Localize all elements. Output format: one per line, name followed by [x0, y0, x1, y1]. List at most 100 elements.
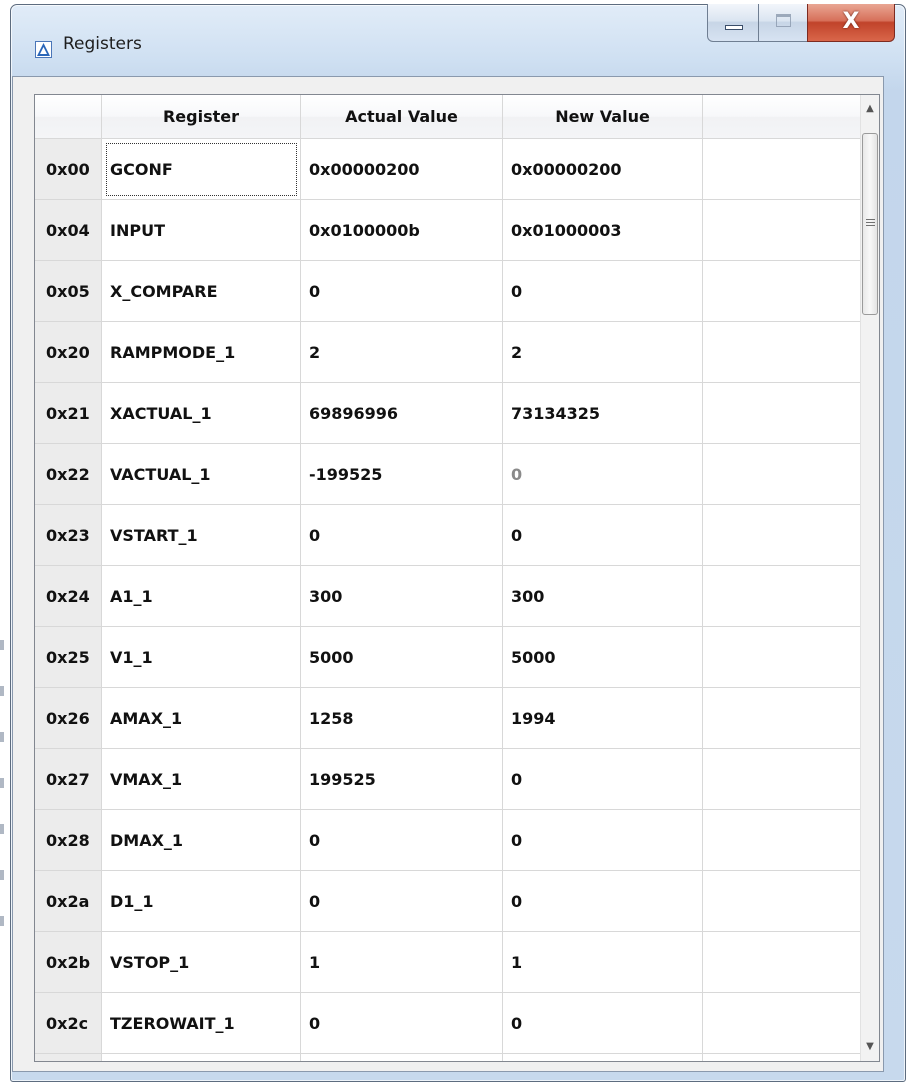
- table-row[interactable]: 0x21 XACTUAL_1 69896996 73134325: [35, 383, 860, 444]
- row-header-address[interactable]: 0x00: [35, 139, 102, 200]
- close-button[interactable]: X: [807, 4, 895, 42]
- row-header-address[interactable]: 0x21: [35, 383, 102, 444]
- new-value-cell[interactable]: 0: [503, 749, 703, 810]
- register-name-cell[interactable]: XACTUAL_1: [102, 383, 301, 444]
- new-value-cell[interactable]: 0x00000200: [503, 139, 703, 200]
- new-value-cell[interactable]: 5000: [503, 627, 703, 688]
- new-value-cell[interactable]: 0: [503, 871, 703, 932]
- register-name-cell[interactable]: DMAX_1: [102, 810, 301, 871]
- left-edge-marks: [0, 640, 4, 960]
- row-filler: [703, 932, 860, 993]
- register-name-cell[interactable]: GCONF: [102, 139, 301, 200]
- scroll-up-arrow-icon[interactable]: ▲: [861, 99, 879, 119]
- table-row[interactable]: 0x2b VSTOP_1 1 1: [35, 932, 860, 993]
- header-register[interactable]: Register: [102, 95, 301, 139]
- actual-value-cell[interactable]: 0: [301, 261, 503, 322]
- header-corner[interactable]: [35, 95, 102, 139]
- actual-value-cell[interactable]: 0x00000200: [301, 139, 503, 200]
- actual-value-cell[interactable]: 2: [301, 322, 503, 383]
- register-name-cell[interactable]: VACTUAL_1: [102, 444, 301, 505]
- actual-value-cell[interactable]: -199525: [301, 444, 503, 505]
- actual-value-cell[interactable]: 0: [301, 993, 503, 1054]
- table-row[interactable]: 0x00 GCONF 0x00000200 0x00000200: [35, 139, 860, 200]
- new-value-cell[interactable]: 1: [503, 932, 703, 993]
- table-row[interactable]: 0x26 AMAX_1 1258 1994: [35, 688, 860, 749]
- register-name-cell[interactable]: A1_1: [102, 566, 301, 627]
- scroll-down-arrow-icon[interactable]: ▼: [861, 1037, 879, 1057]
- table-row[interactable]: 0x22 VACTUAL_1 -199525 0: [35, 444, 860, 505]
- actual-value-cell[interactable]: [301, 1054, 503, 1061]
- row-filler: [703, 444, 860, 505]
- table-row[interactable]: 0x2c TZEROWAIT_1 0 0: [35, 993, 860, 1054]
- actual-value-cell[interactable]: 1: [301, 932, 503, 993]
- table-row[interactable]: 0x20 RAMPMODE_1 2 2: [35, 322, 860, 383]
- table-row[interactable]: 0x27 VMAX_1 199525 0: [35, 749, 860, 810]
- register-name-cell[interactable]: V1_1: [102, 627, 301, 688]
- table-row[interactable]: 0x28 DMAX_1 0 0: [35, 810, 860, 871]
- row-header-address[interactable]: 0x27: [35, 749, 102, 810]
- table-row[interactable]: 0x04 INPUT 0x0100000b 0x01000003: [35, 200, 860, 261]
- table-row[interactable]: 0x24 A1_1 300 300: [35, 566, 860, 627]
- actual-value-cell[interactable]: 5000: [301, 627, 503, 688]
- scrollbar-thumb[interactable]: [862, 133, 878, 315]
- row-header-address[interactable]: 0x2b: [35, 932, 102, 993]
- row-filler: [703, 383, 860, 444]
- table-row[interactable]: [35, 1054, 860, 1061]
- row-header-address[interactable]: 0x25: [35, 627, 102, 688]
- actual-value-cell[interactable]: 0: [301, 810, 503, 871]
- minimize-button[interactable]: [707, 4, 759, 42]
- new-value-cell[interactable]: 0: [503, 993, 703, 1054]
- row-header-address[interactable]: 0x23: [35, 505, 102, 566]
- actual-value-cell[interactable]: 0x0100000b: [301, 200, 503, 261]
- row-header-address[interactable]: 0x04: [35, 200, 102, 261]
- row-header-address[interactable]: [35, 1054, 102, 1061]
- title-bar[interactable]: Registers X: [11, 4, 905, 79]
- row-header-address[interactable]: 0x24: [35, 566, 102, 627]
- actual-value-cell[interactable]: 300: [301, 566, 503, 627]
- new-value-cell[interactable]: 2: [503, 322, 703, 383]
- new-value-cell[interactable]: 73134325: [503, 383, 703, 444]
- row-header-address[interactable]: 0x26: [35, 688, 102, 749]
- actual-value-cell[interactable]: 0: [301, 505, 503, 566]
- new-value-cell[interactable]: 300: [503, 566, 703, 627]
- row-header-address[interactable]: 0x20: [35, 322, 102, 383]
- maximize-icon: [776, 14, 791, 27]
- row-header-address[interactable]: 0x28: [35, 810, 102, 871]
- actual-value-cell[interactable]: 199525: [301, 749, 503, 810]
- new-value-cell[interactable]: [503, 1054, 703, 1061]
- new-value-cell[interactable]: 0: [503, 261, 703, 322]
- register-name-cell[interactable]: VMAX_1: [102, 749, 301, 810]
- new-value-cell[interactable]: 0x01000003: [503, 200, 703, 261]
- register-name-cell[interactable]: RAMPMODE_1: [102, 322, 301, 383]
- table-row[interactable]: 0x25 V1_1 5000 5000: [35, 627, 860, 688]
- new-value-cell[interactable]: 0: [503, 505, 703, 566]
- row-header-address[interactable]: 0x2a: [35, 871, 102, 932]
- table-row[interactable]: 0x23 VSTART_1 0 0: [35, 505, 860, 566]
- row-filler: [703, 139, 860, 200]
- table-row[interactable]: 0x2a D1_1 0 0: [35, 871, 860, 932]
- row-header-address[interactable]: 0x2c: [35, 993, 102, 1054]
- new-value-cell[interactable]: 0: [503, 810, 703, 871]
- header-actual-value[interactable]: Actual Value: [301, 95, 503, 139]
- register-name-cell[interactable]: TZEROWAIT_1: [102, 993, 301, 1054]
- new-value-cell[interactable]: 0: [503, 444, 703, 505]
- row-filler: [703, 871, 860, 932]
- header-new-value[interactable]: New Value: [503, 95, 703, 139]
- maximize-button[interactable]: [758, 4, 808, 42]
- actual-value-cell[interactable]: 0: [301, 871, 503, 932]
- register-name-cell[interactable]: X_COMPARE: [102, 261, 301, 322]
- new-value-cell[interactable]: 1994: [503, 688, 703, 749]
- register-name-cell[interactable]: VSTART_1: [102, 505, 301, 566]
- register-name-cell[interactable]: VSTOP_1: [102, 932, 301, 993]
- register-name-cell[interactable]: [102, 1054, 301, 1061]
- actual-value-cell[interactable]: 69896996: [301, 383, 503, 444]
- row-header-address[interactable]: 0x05: [35, 261, 102, 322]
- register-name-cell[interactable]: D1_1: [102, 871, 301, 932]
- table-row[interactable]: 0x05 X_COMPARE 0 0: [35, 261, 860, 322]
- register-name-cell[interactable]: AMAX_1: [102, 688, 301, 749]
- register-name-cell[interactable]: INPUT: [102, 200, 301, 261]
- actual-value-cell[interactable]: 1258: [301, 688, 503, 749]
- vertical-scrollbar[interactable]: ▲ ▼: [860, 95, 879, 1061]
- row-header-address[interactable]: 0x22: [35, 444, 102, 505]
- register-table: Register Actual Value New Value 0x00 GCON…: [34, 94, 880, 1062]
